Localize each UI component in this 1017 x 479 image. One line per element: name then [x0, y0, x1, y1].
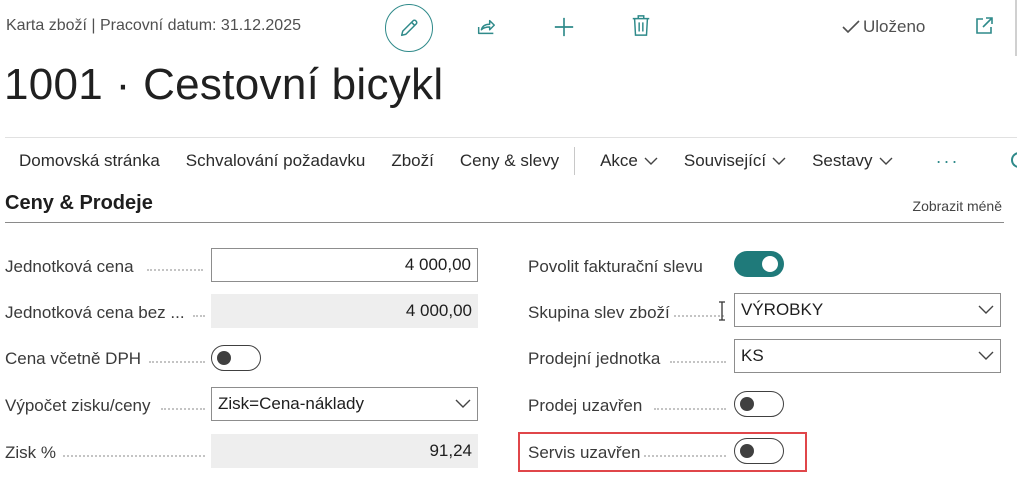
profit-pct-value: 91,24	[429, 441, 472, 460]
top-bar: Karta zboží | Pracovní datum: 31.12.2025…	[0, 0, 1017, 56]
pencil-icon	[400, 19, 418, 37]
show-less-link[interactable]: Zobrazit méně	[913, 198, 1002, 214]
share-button[interactable]	[472, 13, 500, 41]
unit-price-value: 4 000,00	[404, 255, 471, 274]
add-button[interactable]	[550, 13, 578, 41]
action-related-menu[interactable]: Související	[671, 138, 799, 184]
toggle-knob	[217, 351, 231, 365]
label-leader-dots	[161, 408, 205, 410]
delete-button[interactable]	[627, 12, 655, 40]
action-separator	[574, 147, 576, 175]
unit-price-excl-value: 4 000,00	[405, 301, 472, 320]
unit-price-row: Jednotková cena 4 000,00	[5, 248, 480, 283]
action-approval-label: Schvalování požadavku	[185, 151, 366, 170]
action-item-label: Zboží	[391, 151, 434, 170]
allow-invoice-disc-toggle[interactable]	[734, 251, 784, 277]
action-actions-menu[interactable]: Akce	[587, 138, 671, 184]
profit-calc-label: Výpočet zisku/ceny	[5, 396, 151, 415]
sales-blocked-row: Prodej uzavřen	[528, 388, 1003, 422]
label-leader-dots	[147, 269, 203, 271]
text-cursor-icon	[719, 301, 725, 321]
open-in-new-window-icon	[976, 17, 993, 34]
sales-unit-row: Prodejní jednotka KS	[528, 339, 1003, 375]
label-leader-dots	[149, 361, 205, 363]
allow-invoice-disc-row: Povolit fakturační slevu	[528, 249, 1003, 283]
action-actions-label: Akce	[600, 151, 638, 170]
sales-unit-value: KS	[741, 346, 764, 365]
action-reports-label: Sestavy	[812, 151, 873, 170]
profit-calc-select[interactable]: Zisk=Cena-náklady	[211, 387, 478, 421]
price-incl-vat-toggle[interactable]	[211, 345, 261, 371]
price-incl-vat-label: Cena včetně DPH	[5, 349, 142, 368]
allow-invoice-disc-label: Povolit fakturační slevu	[528, 257, 703, 276]
profit-pct-field: 91,24	[211, 434, 478, 468]
chevron-down-icon	[772, 157, 786, 165]
action-home-label: Domovská stránka	[19, 151, 160, 170]
label-leader-dots	[63, 455, 205, 457]
toggle-knob	[740, 397, 754, 411]
action-prices[interactable]: Ceny & slevy	[447, 138, 572, 184]
sales-blocked-label: Prodej uzavřen	[528, 396, 643, 415]
action-prices-label: Ceny & slevy	[459, 151, 560, 170]
saved-label: Uloženo	[863, 17, 926, 36]
section-header: Ceny & Prodeje Zobrazit méně	[5, 190, 1004, 223]
item-disc-group-value: VÝROBKY	[741, 300, 824, 319]
open-in-new-window-button[interactable]	[972, 14, 996, 38]
saved-status: Uloženo	[842, 17, 925, 37]
search-icon[interactable]	[1011, 152, 1017, 168]
chevron-down-icon	[879, 157, 893, 165]
plus-icon	[554, 17, 574, 37]
unit-price-label: Jednotková cena	[5, 257, 134, 276]
profit-calc-value: Zisk=Cena-náklady	[218, 394, 364, 413]
action-approval[interactable]: Schvalování požadavku	[173, 138, 379, 184]
price-incl-vat-row: Cena včetně DPH	[5, 341, 480, 375]
more-actions-button[interactable]: ···	[906, 151, 970, 172]
share-icon	[477, 19, 495, 35]
sales-unit-select[interactable]: KS	[734, 339, 1001, 373]
unit-price-input[interactable]: 4 000,00	[211, 248, 478, 282]
profit-pct-label: Zisk %	[5, 443, 56, 462]
label-leader-dots	[193, 315, 205, 317]
chevron-down-icon	[644, 157, 658, 165]
chevron-down-icon	[455, 399, 471, 408]
section-title[interactable]: Ceny & Prodeje	[5, 192, 153, 215]
action-related-label: Související	[683, 151, 767, 170]
profit-calc-row: Výpočet zisku/ceny Zisk=Cena-náklady	[5, 387, 480, 422]
page-title: 1001 · Cestovní bicykl	[4, 60, 444, 109]
edit-button[interactable]	[385, 4, 433, 52]
unit-price-excl-row: Jednotková cena bez ... 4 000,00	[5, 294, 480, 329]
action-item[interactable]: Zboží	[378, 138, 447, 184]
unit-price-excl-label: Jednotková cena bez ...	[5, 303, 185, 322]
highlight-annotation	[518, 432, 807, 472]
checkmark-icon	[842, 20, 860, 34]
profit-pct-row: Zisk % 91,24	[5, 434, 480, 469]
sales-unit-label: Prodejní jednotka	[528, 349, 661, 368]
action-home[interactable]: Domovská stránka	[5, 138, 173, 184]
item-disc-group-label: Skupina slev zboží	[528, 303, 670, 322]
item-disc-group-row: Skupina slev zboží VÝROBKY	[528, 293, 1003, 329]
context-title: Karta zboží | Pracovní datum: 31.12.2025	[6, 17, 301, 34]
chevron-down-icon	[978, 351, 994, 360]
sales-blocked-toggle[interactable]	[734, 391, 784, 417]
toggle-knob	[762, 256, 778, 272]
action-reports-menu[interactable]: Sestavy	[799, 138, 905, 184]
trash-icon	[632, 15, 650, 36]
action-bar: Domovská stránka Schvalování požadavku Z…	[5, 137, 1017, 184]
item-disc-group-select[interactable]: VÝROBKY	[734, 293, 1001, 327]
chevron-down-icon	[978, 305, 994, 314]
label-leader-dots	[670, 361, 726, 363]
label-leader-dots	[654, 408, 726, 410]
unit-price-excl-field: 4 000,00	[211, 294, 478, 328]
